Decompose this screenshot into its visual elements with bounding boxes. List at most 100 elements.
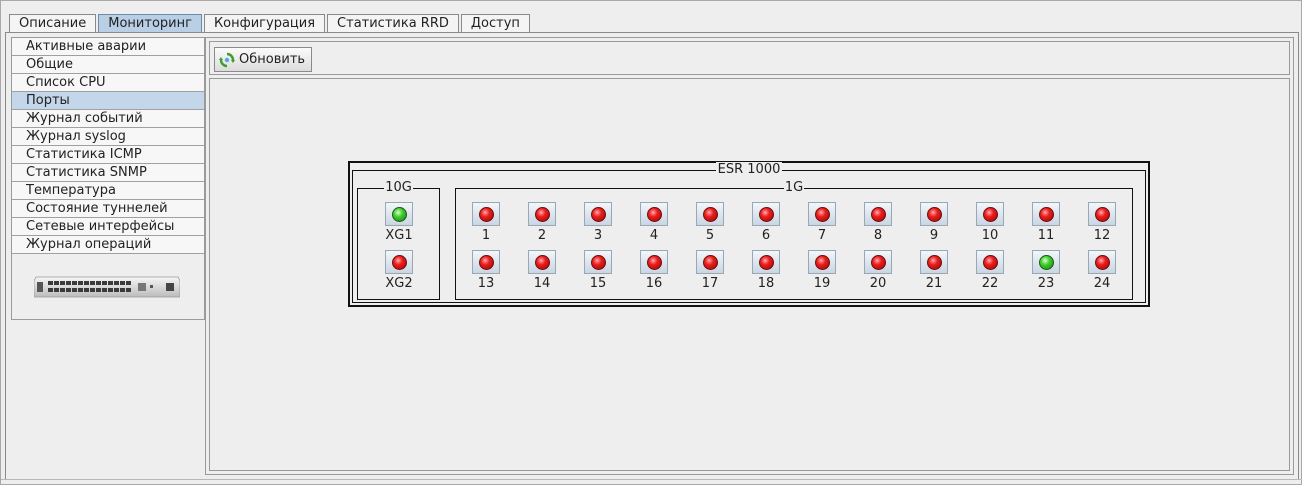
port-status-led-icon bbox=[703, 207, 718, 222]
port-button-21[interactable] bbox=[920, 250, 948, 274]
port-status-led-icon bbox=[983, 207, 998, 222]
port-button-xg2[interactable] bbox=[385, 250, 413, 274]
port-label: 9 bbox=[929, 228, 939, 243]
ports-panel: Обновить ESR 1000 10G XG1 XG2 1G 1 2 3 4… bbox=[205, 37, 1294, 475]
port-button-13[interactable] bbox=[472, 250, 500, 274]
tab-description[interactable]: Описание bbox=[9, 14, 97, 33]
port-label: 18 bbox=[757, 276, 775, 291]
refresh-icon bbox=[219, 52, 235, 67]
port-button-7[interactable] bbox=[808, 202, 836, 226]
port-button-9[interactable] bbox=[920, 202, 948, 226]
sidebar-item-network-interfaces[interactable]: Сетевые интерфейсы bbox=[12, 218, 204, 236]
sidebar-item-general[interactable]: Общие bbox=[12, 56, 204, 74]
port-label: 1 bbox=[481, 228, 491, 243]
port-button-2[interactable] bbox=[528, 202, 556, 226]
port-button-15[interactable] bbox=[584, 250, 612, 274]
port-status-led-icon bbox=[591, 255, 606, 270]
port-status-led-icon bbox=[983, 255, 998, 270]
port-button-1[interactable] bbox=[472, 202, 500, 226]
port-button-xg1[interactable] bbox=[385, 202, 413, 226]
port-button-10[interactable] bbox=[976, 202, 1004, 226]
port-label: 24 bbox=[1093, 276, 1111, 291]
port-status-led-icon bbox=[392, 207, 407, 222]
port-label: 4 bbox=[649, 228, 659, 243]
port-button-8[interactable] bbox=[864, 202, 892, 226]
tab-monitoring[interactable]: Мониторинг bbox=[98, 14, 202, 33]
sidebar-item-tunnel-state[interactable]: Состояние туннелей bbox=[12, 200, 204, 218]
port-status-led-icon bbox=[759, 207, 774, 222]
sidebar-item-cpu-list[interactable]: Список CPU bbox=[12, 74, 204, 92]
port-button-22[interactable] bbox=[976, 250, 1004, 274]
port-group-10g-label-text: 10G bbox=[384, 180, 413, 195]
port-17: 17 bbox=[694, 250, 726, 296]
sidebar-item-event-log[interactable]: Журнал событий bbox=[12, 110, 204, 128]
port-button-20[interactable] bbox=[864, 250, 892, 274]
port-group-1g-label: 1G bbox=[456, 180, 1132, 195]
main-frame: Активные аварии Общие Список CPU Порты Ж… bbox=[5, 32, 1299, 480]
port-10: 10 bbox=[974, 202, 1006, 248]
sidebar-item-ports[interactable]: Порты bbox=[12, 92, 204, 110]
port-xg1: XG1 bbox=[383, 202, 415, 248]
port-status-led-icon bbox=[703, 255, 718, 270]
port-3: 3 bbox=[582, 202, 614, 248]
port-5: 5 bbox=[694, 202, 726, 248]
port-status-led-icon bbox=[815, 207, 830, 222]
port-button-23[interactable] bbox=[1032, 250, 1060, 274]
device-image-area bbox=[12, 255, 204, 319]
port-label: 5 bbox=[705, 228, 715, 243]
port-label: 11 bbox=[1037, 228, 1055, 243]
port-status-led-icon bbox=[647, 255, 662, 270]
port-group-10g: 10G XG1 XG2 bbox=[357, 180, 440, 300]
port-label: 15 bbox=[589, 276, 607, 291]
tab-rrd-statistics[interactable]: Статистика RRD bbox=[327, 14, 459, 33]
port-button-4[interactable] bbox=[640, 202, 668, 226]
port-status-led-icon bbox=[927, 255, 942, 270]
port-label: XG1 bbox=[385, 228, 413, 243]
switch-device-icon bbox=[34, 276, 180, 298]
port-button-3[interactable] bbox=[584, 202, 612, 226]
sidebar-item-syslog[interactable]: Журнал syslog bbox=[12, 128, 204, 146]
port-status-led-icon bbox=[647, 207, 662, 222]
tab-configuration[interactable]: Конфигурация bbox=[203, 14, 326, 33]
port-9: 9 bbox=[918, 202, 950, 248]
device-title: ESR 1000 bbox=[353, 162, 1145, 177]
port-label: 8 bbox=[873, 228, 883, 243]
refresh-button-label: Обновить bbox=[239, 52, 306, 67]
sidebar-item-temperature[interactable]: Температура bbox=[12, 182, 204, 200]
port-19: 19 bbox=[806, 250, 838, 296]
port-label: 20 bbox=[869, 276, 887, 291]
port-button-12[interactable] bbox=[1088, 202, 1116, 226]
port-13: 13 bbox=[470, 250, 502, 296]
sidebar-item-snmp-statistics[interactable]: Статистика SNMP bbox=[12, 164, 204, 182]
port-button-14[interactable] bbox=[528, 250, 556, 274]
sidebar: Активные аварии Общие Список CPU Порты Ж… bbox=[11, 37, 205, 320]
port-2: 2 bbox=[526, 202, 558, 248]
port-4: 4 bbox=[638, 202, 670, 248]
port-button-17[interactable] bbox=[696, 250, 724, 274]
port-button-5[interactable] bbox=[696, 202, 724, 226]
port-14: 14 bbox=[526, 250, 558, 296]
port-label: 2 bbox=[537, 228, 547, 243]
sidebar-item-active-alarms[interactable]: Активные аварии bbox=[12, 38, 204, 56]
sidebar-item-operation-log[interactable]: Журнал операций bbox=[12, 236, 204, 254]
tab-access[interactable]: Доступ bbox=[460, 14, 530, 33]
port-group-1g-label-text: 1G bbox=[783, 180, 805, 195]
port-button-24[interactable] bbox=[1088, 250, 1116, 274]
toolbar: Обновить bbox=[209, 41, 1290, 75]
port-button-6[interactable] bbox=[752, 202, 780, 226]
port-button-18[interactable] bbox=[752, 250, 780, 274]
sidebar-item-icmp-statistics[interactable]: Статистика ICMP bbox=[12, 146, 204, 164]
port-button-19[interactable] bbox=[808, 250, 836, 274]
port-status-led-icon bbox=[927, 207, 942, 222]
port-button-16[interactable] bbox=[640, 250, 668, 274]
port-12: 12 bbox=[1086, 202, 1118, 248]
port-status-led-icon bbox=[591, 207, 606, 222]
port-label: 13 bbox=[477, 276, 495, 291]
port-8: 8 bbox=[862, 202, 894, 248]
refresh-button[interactable]: Обновить bbox=[214, 47, 313, 72]
port-1: 1 bbox=[470, 202, 502, 248]
port-label: 22 bbox=[981, 276, 999, 291]
port-status-led-icon bbox=[1095, 207, 1110, 222]
port-status-led-icon bbox=[479, 207, 494, 222]
port-button-11[interactable] bbox=[1032, 202, 1060, 226]
